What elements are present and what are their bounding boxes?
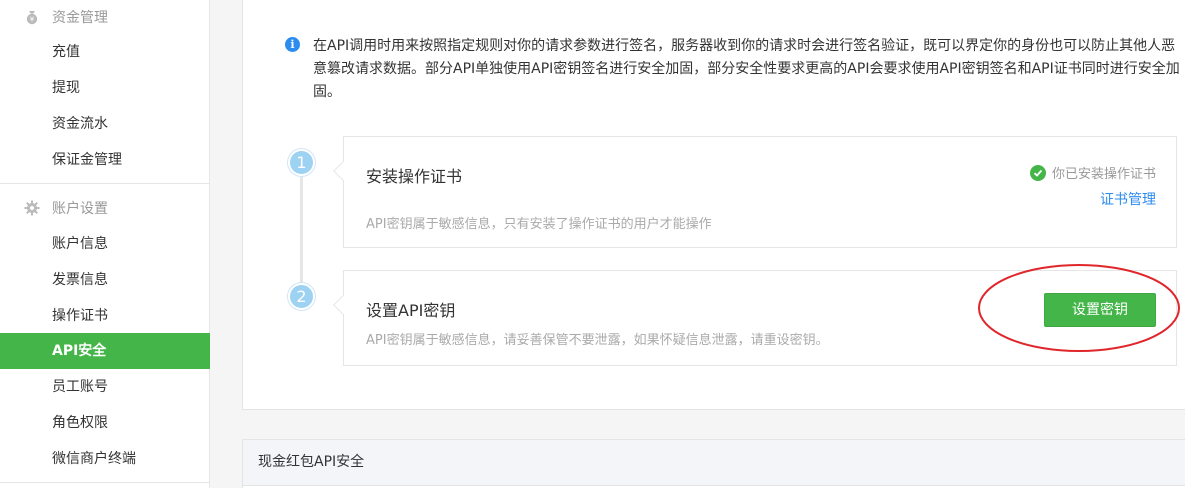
sidebar-item-api-security[interactable]: API安全 xyxy=(0,333,210,369)
sidebar-divider xyxy=(0,183,210,184)
svg-text:¥: ¥ xyxy=(30,16,35,24)
sidebar-item-withdraw[interactable]: 提现 xyxy=(0,70,210,106)
step-title: 设置API密钥 xyxy=(366,301,456,320)
money-bag-icon: ¥ xyxy=(24,9,40,25)
sidebar-item-recharge[interactable]: 充值 xyxy=(0,34,210,70)
step-arrow xyxy=(333,295,353,315)
highlight-circle xyxy=(978,264,1180,352)
sidebar-item-account-info[interactable]: 账户信息 xyxy=(0,226,210,262)
sidebar-item-invoice-info[interactable]: 发票信息 xyxy=(0,262,210,298)
notice-text: 在API调用时用来按照指定规则对你的请求参数进行签名，服务器收到你的请求时会进行… xyxy=(313,38,1180,100)
step-desc: API密钥属于敏感信息，只有安装了操作证书的用户才能操作 xyxy=(366,217,712,232)
certificate-status: 你已安装操作证书 xyxy=(1029,163,1156,182)
step-number-1: 1 xyxy=(288,149,315,176)
info-icon: i xyxy=(285,37,300,52)
step-arrow xyxy=(333,161,353,181)
step-number-2: 2 xyxy=(288,283,315,310)
sidebar-group-fund: ¥ 资金管理 xyxy=(0,0,210,35)
sidebar-item-deposit[interactable]: 保证金管理 xyxy=(0,142,210,178)
red-packet-api-card: 现金红包API安全 xyxy=(242,439,1185,488)
sidebar-divider xyxy=(0,482,210,483)
step-desc: API密钥属于敏感信息，请妥善保管不要泄露，如果怀疑信息泄露，请重设密钥。 xyxy=(366,333,829,348)
section-title: 现金红包API安全 xyxy=(243,440,1185,486)
step-install-certificate: 安装操作证书 API密钥属于敏感信息，只有安装了操作证书的用户才能操作 你已安装… xyxy=(333,136,1177,248)
sidebar-group-label: 资金管理 xyxy=(52,10,108,26)
sidebar-item-role-permissions[interactable]: 角色权限 xyxy=(0,405,210,441)
main-content: i 在API调用时用来按照指定规则对你的请求参数进行签名，服务器收到你的请求时会… xyxy=(210,0,1185,488)
notice: i 在API调用时用来按照指定规则对你的请求参数进行签名，服务器收到你的请求时会… xyxy=(285,35,1185,104)
sidebar-item-op-certificate[interactable]: 操作证书 xyxy=(0,298,210,334)
sidebar: ¥ 资金管理 充值 提现 资金流水 保证金管理 账户设置 账户信息 发票信息 操… xyxy=(0,0,210,488)
sidebar-item-wechat-terminal[interactable]: 微信商户终端 xyxy=(0,441,210,477)
sidebar-group-account: 账户设置 xyxy=(0,190,210,226)
step-title: 安装操作证书 xyxy=(366,167,463,186)
certificate-status-text: 你已安装操作证书 xyxy=(1051,167,1156,182)
timeline-line xyxy=(300,171,303,293)
check-circle-icon xyxy=(1029,164,1046,181)
sidebar-item-fund-flow[interactable]: 资金流水 xyxy=(0,106,210,142)
sidebar-item-staff-accounts[interactable]: 员工账号 xyxy=(0,369,210,405)
sidebar-group-label: 账户设置 xyxy=(52,201,108,217)
gear-icon xyxy=(24,200,40,216)
certificate-management-link[interactable]: 证书管理 xyxy=(1100,189,1156,209)
